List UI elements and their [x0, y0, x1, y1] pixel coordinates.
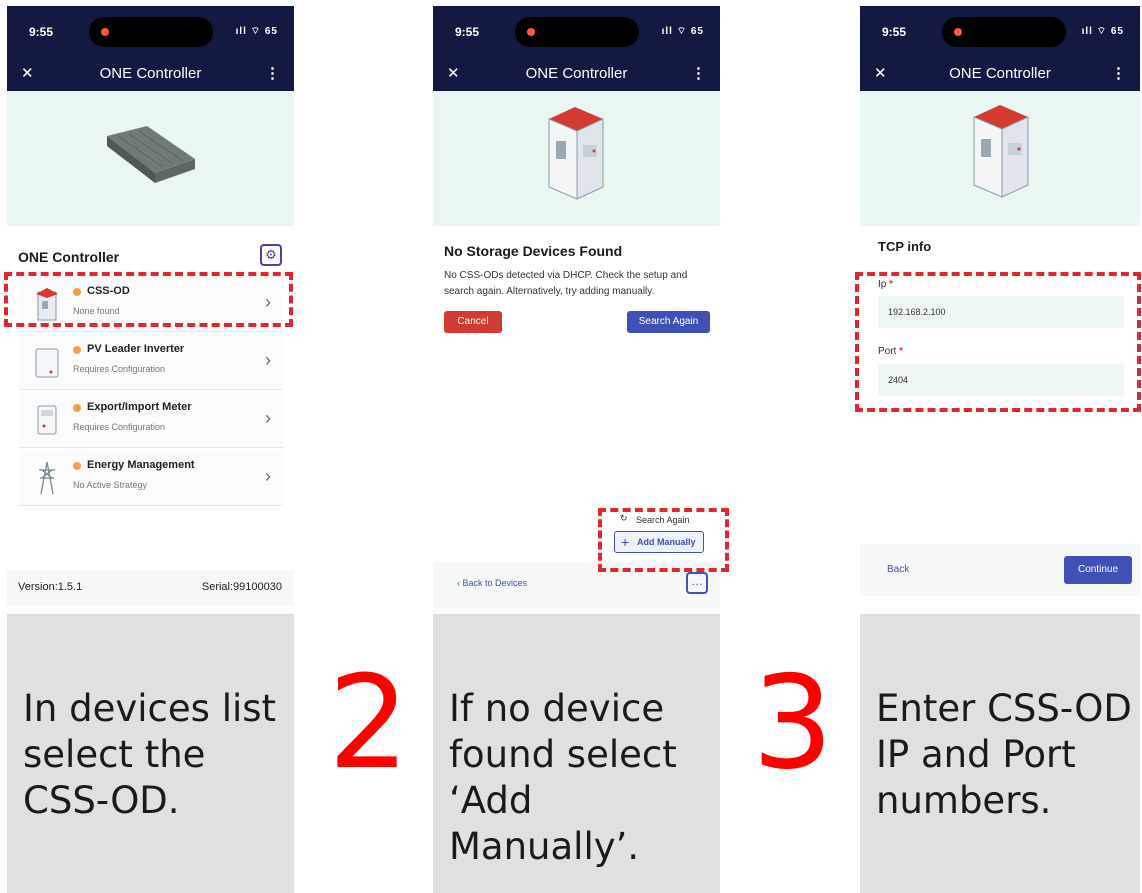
warning-status-dot [73, 404, 81, 412]
css-od-cabinet-image [548, 107, 604, 200]
dynamic-island [942, 17, 1066, 47]
recording-icon [527, 28, 535, 36]
dynamic-island [89, 17, 213, 47]
app-footer: Version:1.5.1 Serial:99100030 [7, 570, 294, 606]
chevron-right-icon: › [265, 466, 271, 486]
device-status: Requires Configuration [73, 422, 166, 432]
status-time: 9:55 [29, 25, 54, 39]
status-bar: 9:55 ıll ⌔ 65 [7, 6, 294, 58]
device-row-energy-management[interactable]: Energy Management No Active Strategy › [19, 450, 283, 506]
signal-battery-icon: ıll ⌔ 65 [235, 26, 278, 37]
serial-label: Serial:99100030 [201, 581, 282, 593]
status-time: 9:55 [882, 25, 907, 39]
app-bar: ✕ ONE Controller ⋮ [860, 58, 1140, 91]
controller-hero [7, 91, 294, 226]
app-title: ONE Controller [99, 65, 202, 82]
device-status: No Active Strategy [73, 480, 148, 490]
more-options-icon[interactable]: … [686, 572, 708, 594]
back-label: Back to Devices [462, 578, 528, 588]
version-label: Version:1.5.1 [18, 581, 83, 593]
highlight-tcp-fields [855, 272, 1141, 412]
app-bar: ✕ ONE Controller ⋮ [433, 58, 720, 91]
back-button[interactable]: Back [887, 564, 909, 575]
device-name: PV Leader Inverter [87, 343, 185, 355]
recording-icon [101, 28, 109, 36]
status-bar: 9:55 ıll ⌔ 65 [860, 6, 1140, 58]
back-to-devices-link[interactable]: ‹ Back to Devices [457, 578, 527, 588]
caption-text: If no device found select ‘Add Manually’… [449, 687, 677, 868]
device-row-pv-inverter[interactable]: PV Leader Inverter Requires Configuratio… [19, 334, 283, 390]
signal-battery-icon: ıll ⌔ 65 [661, 26, 704, 37]
section-title: ONE Controller [18, 249, 120, 265]
tutorial-stage: 9:55 ıll ⌔ 65 ✕ ONE Controller ⋮ ONE Con… [0, 0, 1142, 893]
highlight-add-manually [598, 508, 729, 572]
warning-status-dot [73, 462, 81, 470]
chevron-right-icon: › [265, 350, 271, 370]
css-od-cabinet-image [973, 105, 1029, 198]
signal-battery-icon: ıll ⌔ 65 [1081, 26, 1124, 37]
step-number-3: 3 [752, 649, 834, 798]
app-bar: ✕ ONE Controller ⋮ [7, 58, 294, 91]
warning-status-dot [73, 346, 81, 354]
meter-icon [37, 405, 57, 435]
caption-step-1: In devices list select the CSS-OD. [7, 614, 294, 893]
empty-state-heading: No Storage Devices Found [444, 243, 623, 259]
caption-step-2: If no device found select ‘Add Manually’… [433, 614, 720, 893]
pylon-icon [39, 461, 55, 495]
search-again-button[interactable]: Search Again [627, 311, 710, 333]
bottom-bar: Back Continue [860, 544, 1140, 596]
status-time: 9:55 [455, 25, 480, 39]
cancel-button[interactable]: Cancel [444, 311, 502, 333]
empty-state-message: No CSS-ODs detected via DHCP. Check the … [444, 270, 688, 297]
caption-step-3: Enter CSS-OD IP and Port numbers. [860, 614, 1140, 893]
device-status: Requires Configuration [73, 364, 166, 374]
section-title: TCP info [878, 239, 932, 254]
highlight-css-od [4, 272, 293, 327]
status-bar: 9:55 ıll ⌔ 65 [433, 6, 720, 58]
device-row-meter[interactable]: Export/Import Meter Requires Configurati… [19, 392, 283, 448]
step-number-2: 2 [328, 649, 410, 798]
app-title: ONE Controller [949, 65, 1051, 82]
dynamic-island [515, 17, 639, 47]
controller-device-image [107, 126, 195, 183]
more-menu-icon[interactable]: ⋮ [1111, 64, 1126, 82]
settings-gear-icon[interactable]: ⚙ [260, 244, 282, 266]
caption-text: Enter CSS-OD IP and Port numbers. [876, 687, 1132, 822]
inverter-icon [35, 348, 59, 378]
caption-text: In devices list select the CSS-OD. [23, 687, 277, 822]
css-od-hero [433, 91, 720, 226]
app-title: ONE Controller [525, 65, 628, 82]
device-name: Export/Import Meter [87, 401, 192, 413]
more-menu-icon[interactable]: ⋮ [265, 64, 280, 82]
device-name: Energy Management [87, 459, 195, 471]
more-menu-icon[interactable]: ⋮ [691, 64, 706, 82]
recording-icon [954, 28, 962, 36]
chevron-right-icon: › [265, 408, 271, 428]
continue-button[interactable]: Continue [1064, 556, 1132, 584]
css-od-hero [860, 91, 1140, 226]
